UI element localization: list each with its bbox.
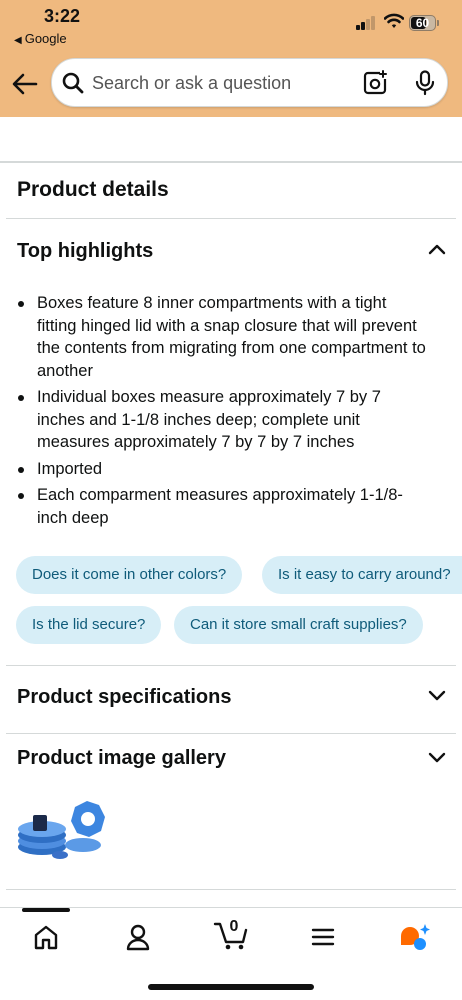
camera-lens-icon[interactable]: [362, 70, 388, 96]
list-item: Each comparment measures approximately 1…: [16, 484, 426, 529]
divider: [6, 733, 456, 734]
back-arrow-icon[interactable]: [10, 70, 40, 98]
home-icon[interactable]: [32, 922, 60, 952]
question-chip-craft[interactable]: Can it store small craft supplies?: [174, 606, 423, 644]
battery-level: 60: [415, 16, 430, 30]
search-input[interactable]: [92, 71, 362, 95]
product-details-heading: Product details: [17, 178, 169, 201]
rufus-icon[interactable]: [397, 922, 431, 952]
product-image-gallery-header[interactable]: Product image gallery: [17, 747, 226, 770]
chevron-down-icon[interactable]: [428, 752, 446, 764]
section-divider: [0, 161, 462, 163]
list-item: Imported: [16, 458, 426, 481]
back-app-label: Google: [24, 31, 67, 46]
home-indicator: [148, 984, 314, 990]
back-triangle-icon: ◀: [14, 35, 22, 46]
menu-icon[interactable]: [310, 922, 336, 952]
microphone-icon[interactable]: [414, 70, 436, 96]
divider: [6, 218, 456, 219]
cart-count: 0: [229, 918, 239, 935]
status-time: 3:22: [44, 6, 81, 26]
divider: [6, 665, 456, 666]
product-thumbnail[interactable]: [15, 795, 110, 865]
battery-icon: 60: [409, 15, 436, 31]
wifi-icon: [384, 13, 404, 28]
highlights-list: Boxes feature 8 inner compartments with …: [16, 292, 426, 533]
list-item: Individual boxes measure approximately 7…: [16, 386, 426, 454]
question-chip-carry[interactable]: Is it easy to carry around?: [262, 556, 462, 594]
list-item: Boxes feature 8 inner compartments with …: [16, 292, 426, 382]
question-chip-colors[interactable]: Does it come in other colors?: [16, 556, 243, 594]
back-to-app-link[interactable]: ◀ Google: [14, 31, 67, 46]
search-bar[interactable]: [51, 58, 448, 107]
product-specifications-header[interactable]: Product specifications: [17, 686, 232, 709]
chevron-up-icon[interactable]: [428, 243, 446, 255]
top-highlights-header[interactable]: Top highlights: [17, 240, 153, 263]
cellular-signal-icon: [356, 16, 376, 30]
account-icon[interactable]: [124, 922, 152, 952]
divider: [6, 889, 456, 890]
chevron-down-icon[interactable]: [428, 690, 446, 702]
cart-button[interactable]: 0: [213, 918, 251, 952]
battery-cap: [437, 20, 439, 26]
question-chip-lid[interactable]: Is the lid secure?: [16, 606, 162, 644]
active-tab-indicator: [22, 908, 70, 912]
search-icon: [62, 72, 84, 94]
